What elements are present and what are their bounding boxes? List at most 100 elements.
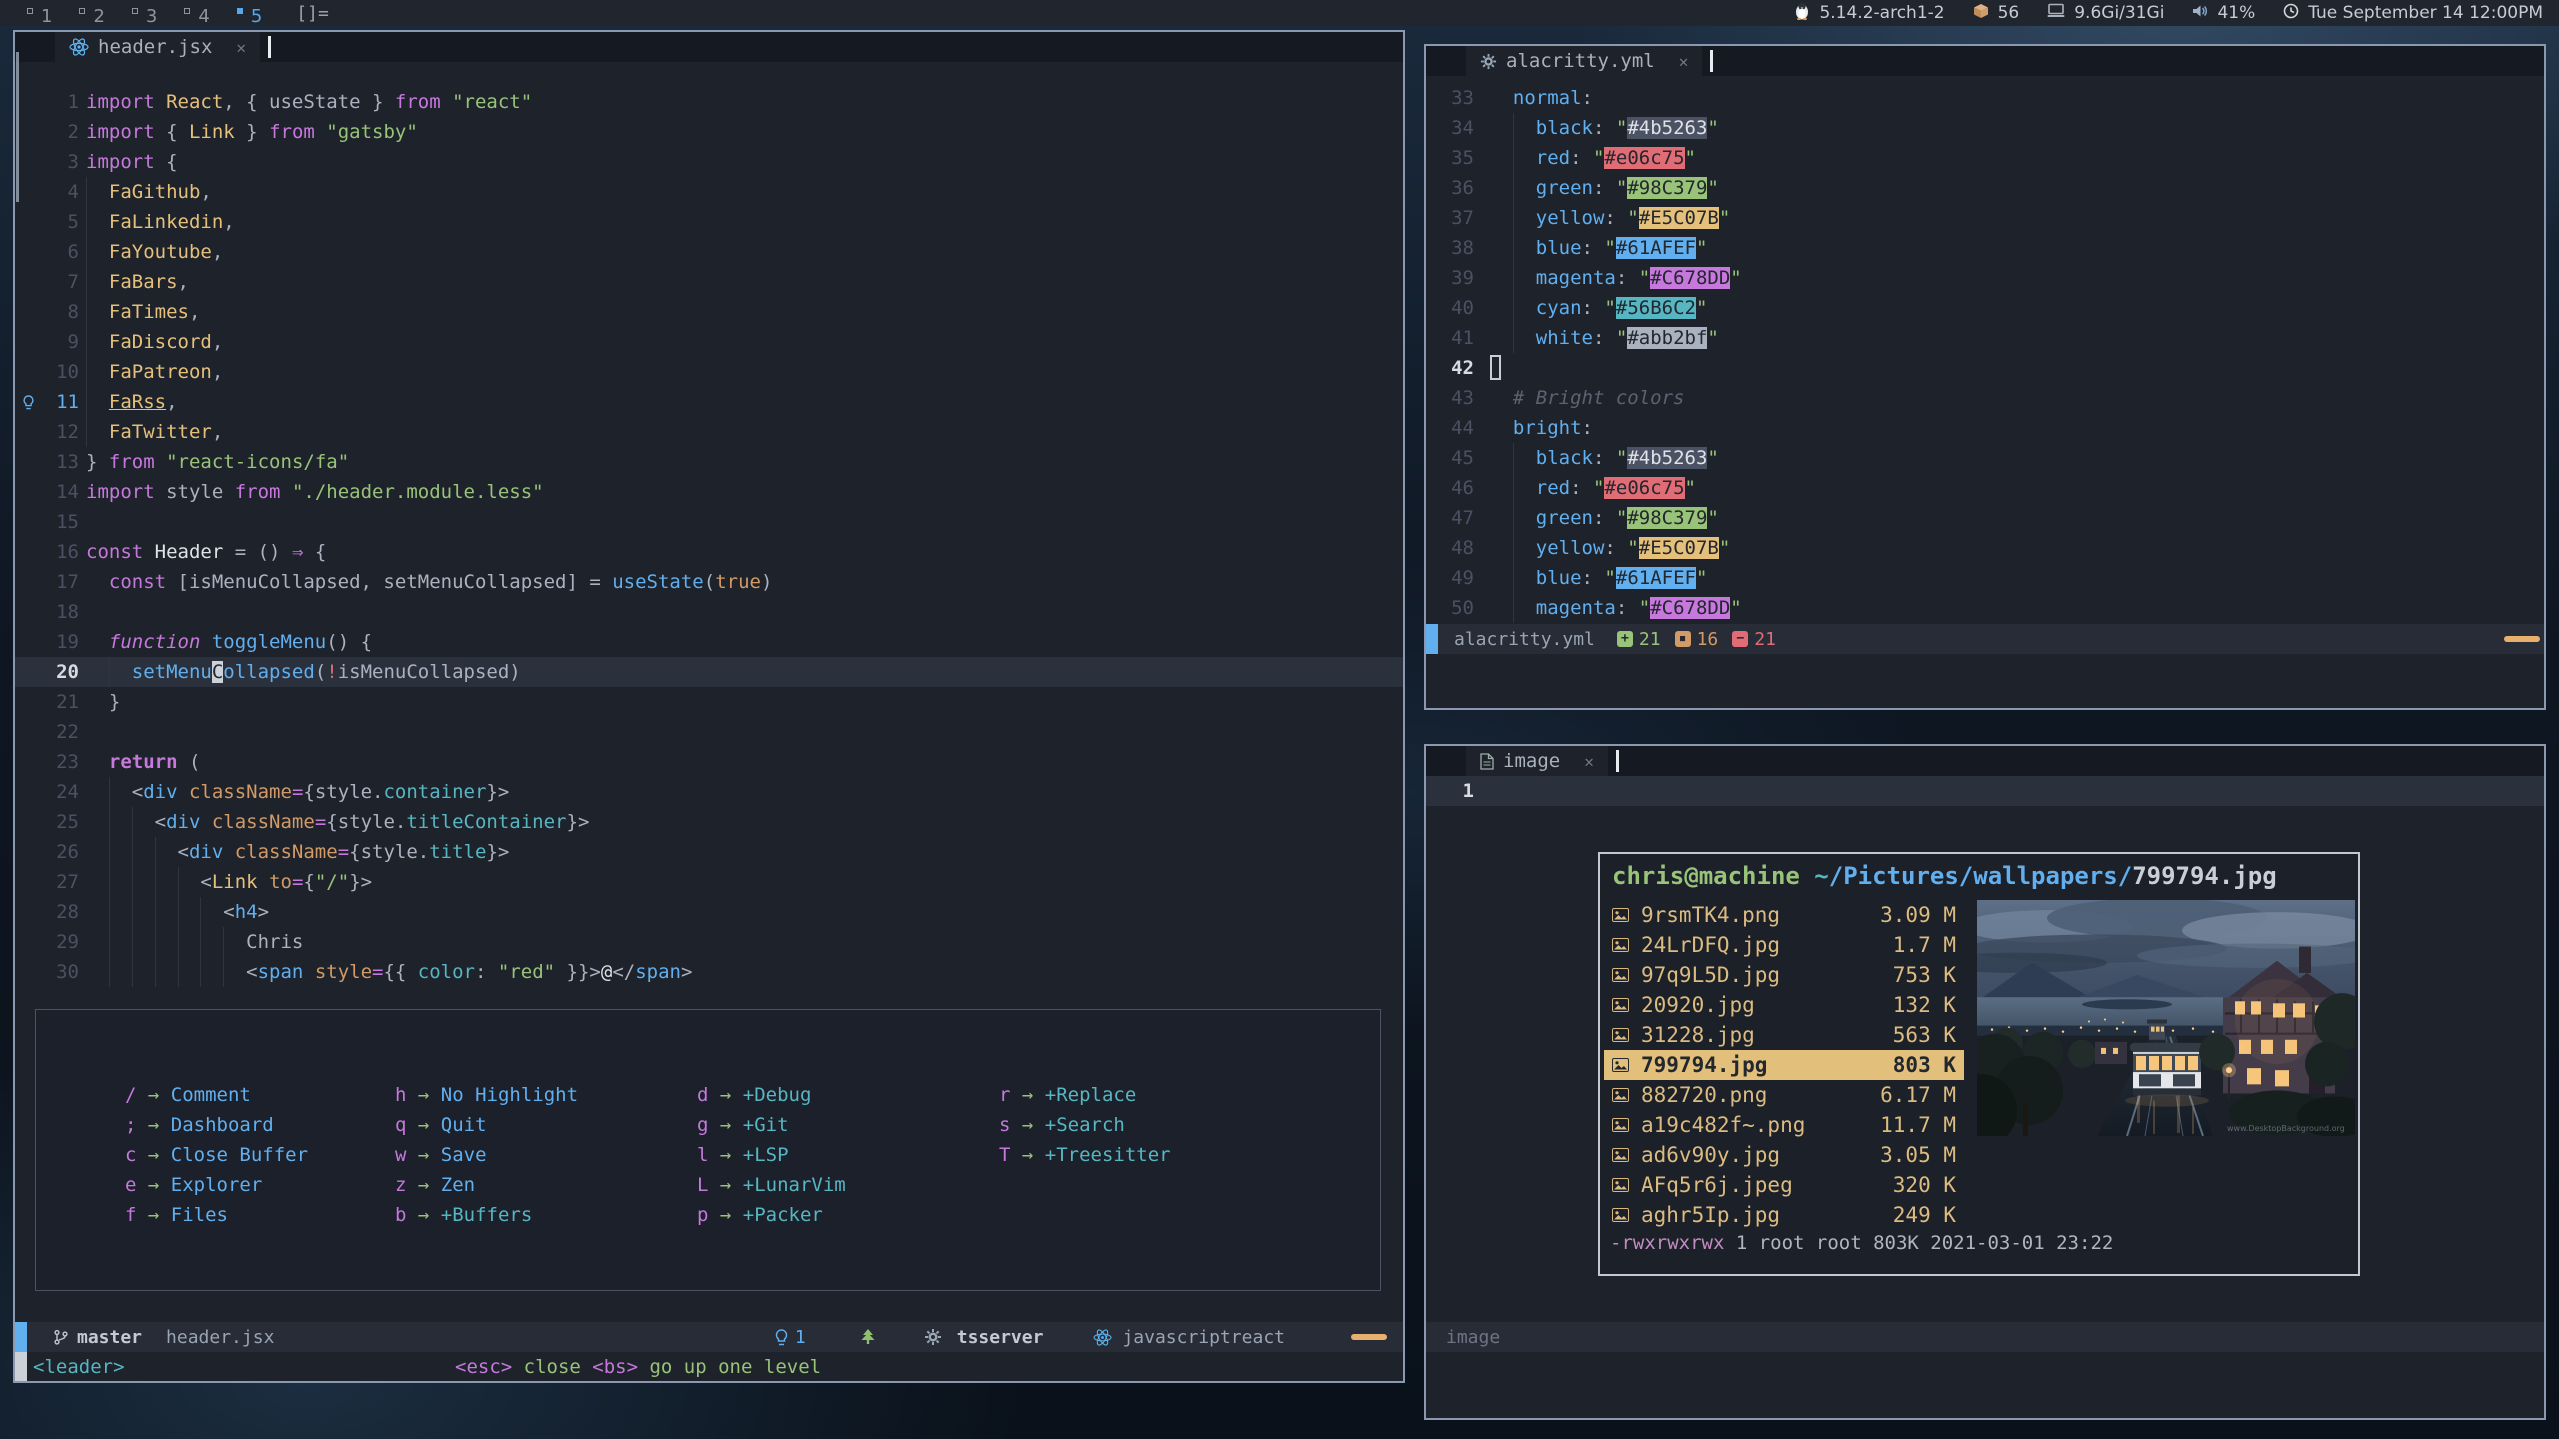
arrow-right-icon: → xyxy=(136,1204,170,1226)
file-row[interactable]: 24LrDFQ.jpg1.7 M xyxy=(1604,930,1964,960)
workspace-1[interactable]: 1 xyxy=(27,6,52,27)
token: : xyxy=(1582,87,1593,109)
token: #4b5263 xyxy=(1627,447,1707,469)
whichkey-item[interactable]: r → +Replace xyxy=(999,1080,1171,1110)
tab-alacritty-yml[interactable]: alacritty.yml ✕ xyxy=(1466,46,1702,76)
token: FaRss xyxy=(109,391,166,413)
tabline-cursor xyxy=(1710,50,1713,72)
file-row[interactable]: ad6v90y.jpg3.05 M xyxy=(1604,1140,1964,1170)
close-icon[interactable]: ✕ xyxy=(1679,52,1689,71)
file-row[interactable]: 882720.png6.17 M xyxy=(1604,1080,1964,1110)
layout-indicator[interactable]: []= xyxy=(296,3,329,24)
whichkey-item[interactable]: b → +Buffers xyxy=(395,1200,578,1230)
code-line: 29 Chris xyxy=(15,927,1403,957)
react-icon xyxy=(1093,1329,1112,1346)
whichkey-item[interactable]: ; → Dashboard xyxy=(125,1110,308,1140)
whichkey-item[interactable]: T → +Treesitter xyxy=(999,1140,1171,1170)
statusline-filename: header.jsx xyxy=(166,1327,274,1348)
file-row[interactable]: AFq5r6j.jpeg320 K xyxy=(1604,1170,1964,1200)
file-row[interactable]: 20920.jpg132 K xyxy=(1604,990,1964,1020)
whichkey-key: L xyxy=(697,1174,708,1196)
gutter-gap xyxy=(79,387,86,417)
tab-image[interactable]: image ✕ xyxy=(1466,746,1608,776)
line-text: # Bright colors xyxy=(1490,383,2544,413)
token: { xyxy=(303,871,314,893)
close-icon[interactable]: ✕ xyxy=(236,38,246,57)
workspace-5[interactable]: 5 xyxy=(237,6,262,27)
image-file-icon xyxy=(1612,998,1629,1012)
whichkey-item[interactable]: p → +Packer xyxy=(697,1200,846,1230)
whichkey-item[interactable]: q → Quit xyxy=(395,1110,578,1140)
indent-guide xyxy=(178,957,179,987)
whichkey-item[interactable]: L → +LunarVim xyxy=(697,1170,846,1200)
token: magenta xyxy=(1536,597,1616,619)
whichkey-item[interactable]: d → +Debug xyxy=(697,1080,846,1110)
file-row[interactable]: 31228.jpg563 K xyxy=(1604,1020,1964,1050)
gutter-gap xyxy=(79,837,86,867)
token: " xyxy=(1696,297,1707,319)
token: #E5C07B xyxy=(1639,537,1719,559)
image-file-icon xyxy=(1612,1088,1629,1102)
file-row[interactable]: aghr5Ip.jpg249 K xyxy=(1604,1200,1964,1230)
close-icon[interactable]: ✕ xyxy=(1584,752,1594,771)
whichkey-item[interactable]: c → Close Buffer xyxy=(125,1140,308,1170)
workspace-4[interactable]: 4 xyxy=(184,6,209,27)
line-text: black: "#4b5263" xyxy=(1490,443,2544,473)
file-row[interactable]: 97q9L5D.jpg753 K xyxy=(1604,960,1964,990)
file-row[interactable]: a19c482f~.png11.7 M xyxy=(1604,1110,1964,1140)
hint-text: close xyxy=(512,1356,592,1378)
file-row[interactable]: 9rsmTK4.png3.09 M xyxy=(1604,900,1964,930)
whichkey-item[interactable]: w → Save xyxy=(395,1140,578,1170)
whichkey-item[interactable]: / → Comment xyxy=(125,1080,308,1110)
penguin-icon xyxy=(1794,2,1810,25)
gutter-gap xyxy=(79,717,86,747)
code-area[interactable]: 1import React, { useState } from "react"… xyxy=(15,87,1403,987)
diagnostic-count: 1 xyxy=(795,1327,806,1348)
line-number: 13 xyxy=(41,447,79,477)
sign-column xyxy=(15,897,41,927)
whichkey-item[interactable]: g → +Git xyxy=(697,1110,846,1140)
token: FaGithub xyxy=(109,181,201,203)
token: : xyxy=(1582,417,1593,439)
code-area[interactable]: 33 normal:34 black: "#4b5263"35 red: "#e… xyxy=(1426,83,2544,623)
sign-column xyxy=(15,687,41,717)
whichkey-label: Quit xyxy=(441,1114,487,1136)
indent-guide xyxy=(109,837,110,867)
code-line: 47 green: "#98C379" xyxy=(1426,503,2544,533)
token: className xyxy=(189,781,292,803)
whichkey-item[interactable]: z → Zen xyxy=(395,1170,578,1200)
workspace-label: 1 xyxy=(41,6,52,27)
indent-guide xyxy=(155,897,156,927)
file-size: 3.05 M xyxy=(1880,1143,1956,1167)
whichkey-label: +Replace xyxy=(1045,1084,1137,1106)
token: : xyxy=(1582,567,1605,589)
inactive-cursor xyxy=(1490,355,1501,380)
workspace-2[interactable]: 2 xyxy=(79,6,104,27)
image-file-icon xyxy=(1612,1208,1629,1222)
whichkey-item[interactable]: s → +Search xyxy=(999,1110,1171,1140)
line-number: 14 xyxy=(41,477,79,507)
indent-guide xyxy=(200,957,201,987)
whichkey-column: / → Comment; → Dashboardc → Close Buffer… xyxy=(125,1080,308,1230)
file-size: 753 K xyxy=(1893,963,1956,987)
statusline: master header.jsx 1 tsserver javascriptr… xyxy=(15,1322,1403,1352)
gutter-gap xyxy=(79,687,86,717)
whichkey-item[interactable]: l → +LSP xyxy=(697,1140,846,1170)
file-row[interactable]: 799794.jpg803 K xyxy=(1604,1050,1964,1080)
token xyxy=(303,961,314,983)
whichkey-item[interactable]: h → No Highlight xyxy=(395,1080,578,1110)
whichkey-label: Dashboard xyxy=(171,1114,274,1136)
whichkey-item[interactable]: e → Explorer xyxy=(125,1170,308,1200)
tab-header-jsx[interactable]: header.jsx ✕ xyxy=(55,32,260,62)
packages-item: 56 xyxy=(1973,3,2020,24)
token: " xyxy=(1604,237,1615,259)
token: const xyxy=(86,541,143,563)
token: FaTimes xyxy=(109,301,189,323)
whichkey-item[interactable]: f → Files xyxy=(125,1200,308,1230)
code-area[interactable]: 1 xyxy=(1426,776,2544,806)
diff-added: 21 xyxy=(1639,629,1661,650)
terminal-prompt: chris@machine ~/Pictures/wallpapers/7997… xyxy=(1612,862,2277,890)
token: < xyxy=(86,961,258,983)
token: FaTwitter xyxy=(109,421,212,443)
workspace-3[interactable]: 3 xyxy=(132,6,157,27)
